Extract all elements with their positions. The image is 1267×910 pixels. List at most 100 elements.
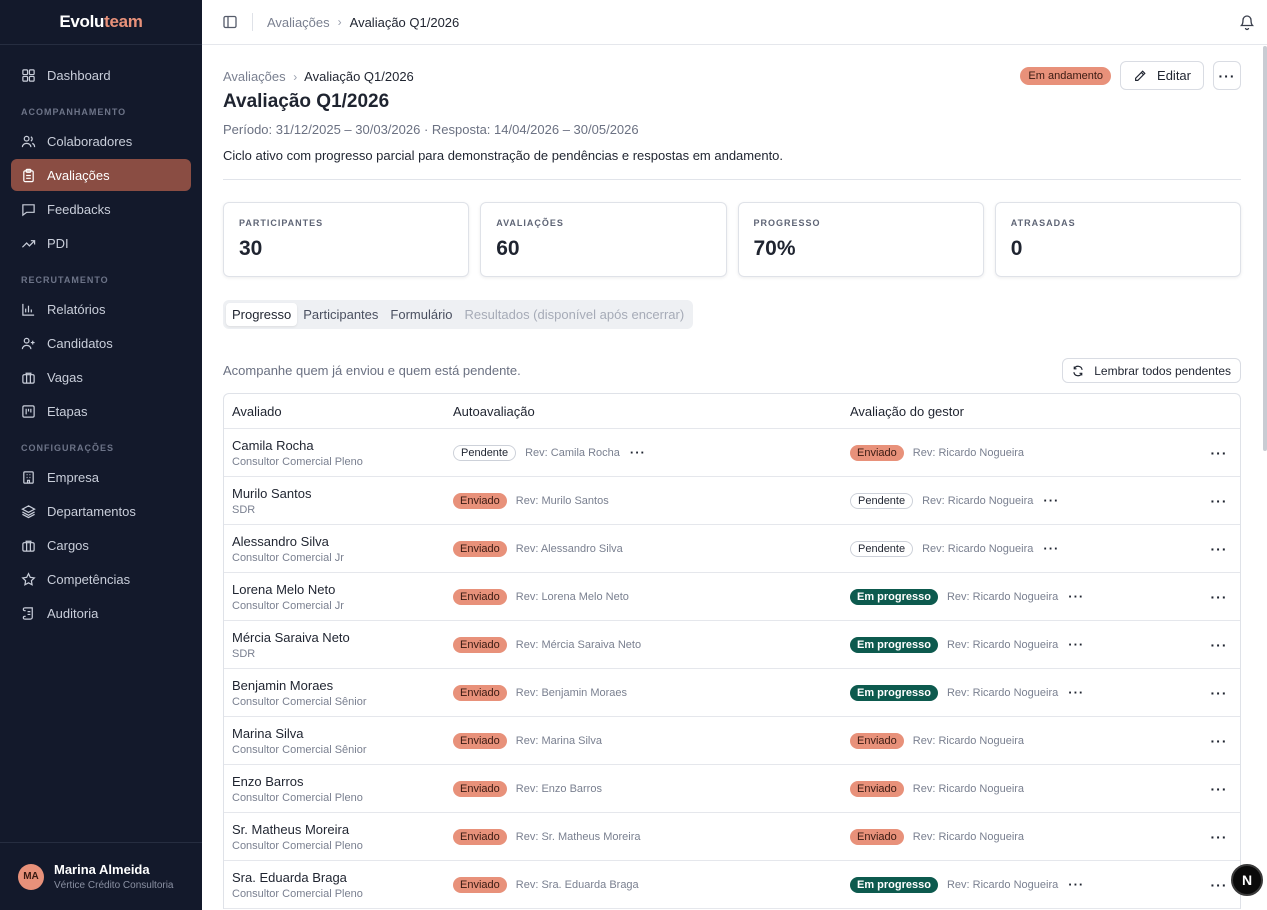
progress-list-header: Acompanhe quem já enviou e quem está pen… xyxy=(223,358,1241,383)
stat-label: ATRASADAS xyxy=(1010,218,1076,228)
auto-reviewer: Rev: Mércia Saraiva Neto xyxy=(515,638,642,651)
briefcase-icon xyxy=(22,540,35,552)
cell-actions: ··· xyxy=(1198,493,1240,509)
sidebar-item-vagas[interactable]: Vagas xyxy=(11,361,191,393)
sidebar-item-empresa[interactable]: Empresa xyxy=(11,461,191,493)
sidebar-nav: Dashboard ACOMPANHAMENTO Colaboradores A… xyxy=(0,45,202,629)
employee-role: Consultor Comercial Sênior xyxy=(232,695,367,708)
main-area: Avaliações › Avaliação Q1/2026 Avaliaçõe… xyxy=(202,0,1267,910)
sidebar-item-departamentos[interactable]: Departamentos xyxy=(11,495,191,527)
sidebar-item-relatorios[interactable]: Relatórios xyxy=(11,293,191,325)
row-actions-button[interactable]: ··· xyxy=(1211,493,1228,509)
gestor-review-options-button[interactable]: ··· xyxy=(1043,542,1059,555)
gestor-review-options-button[interactable]: ··· xyxy=(1068,590,1084,603)
row-actions-button[interactable]: ··· xyxy=(1211,829,1228,845)
stat-card-participantes: PARTICIPANTES 30 xyxy=(223,202,470,277)
topbar-breadcrumb-parent[interactable]: Avaliações xyxy=(267,15,330,30)
row-actions-button[interactable]: ··· xyxy=(1211,877,1228,893)
table-row: Murilo Santos SDR Enviado Rev: Murilo Santo… xyxy=(224,477,1240,525)
topbar-divider xyxy=(252,13,253,31)
sidebar-toggle-icon[interactable] xyxy=(222,14,238,30)
tab-participantes[interactable]: Participantes xyxy=(297,303,384,326)
sidebar-item-label: Etapas xyxy=(47,403,88,419)
row-actions-button[interactable]: ··· xyxy=(1211,685,1228,701)
sidebar-item-dashboard[interactable]: Dashboard xyxy=(11,59,191,91)
cell-autoavaliacao: Enviado Rev: Murilo Santos xyxy=(453,492,850,509)
cell-gestor: Enviado Rev: Ricardo Nogueira xyxy=(850,828,1198,845)
sidebar-item-feedbacks[interactable]: Feedbacks xyxy=(11,193,191,225)
row-actions-button[interactable]: ··· xyxy=(1211,589,1228,605)
remind-all-pending-label: Lembrar todos pendentes xyxy=(1094,363,1231,378)
edit-button[interactable]: Editar xyxy=(1120,61,1204,90)
auto-status-badge: Enviado xyxy=(453,876,507,893)
table-row: Sr. Matheus Moreira Consultor Comercial P… xyxy=(224,813,1240,861)
sidebar-item-etapas[interactable]: Etapas xyxy=(11,395,191,427)
sidebar-item-candidatos[interactable]: Candidatos xyxy=(11,327,191,359)
trending-up-icon xyxy=(21,239,36,248)
cell-avaliado: Sr. Matheus Moreira Consultor Comercial P… xyxy=(224,822,453,852)
gestor-review-options-button[interactable]: ··· xyxy=(1068,638,1084,651)
sidebar-item-pdi[interactable]: PDI xyxy=(11,227,191,259)
page-content: Avaliações › Avaliação Q1/2026 Avaliação… xyxy=(202,45,1267,909)
gestor-reviewer: Rev: Ricardo Nogueira xyxy=(946,686,1059,699)
period-info: Período: 31/12/2025 – 30/03/2026 · Respo… xyxy=(223,122,639,137)
stat-card-avaliacoes: AVALIAÇÕES 60 xyxy=(480,202,727,277)
sidebar-section-title: CONFIGURAÇÕES xyxy=(21,443,115,453)
more-options-button[interactable]: ··· xyxy=(1213,61,1241,90)
sidebar-item-avaliacoes[interactable]: Avaliações xyxy=(11,159,191,191)
cell-actions: ··· xyxy=(1198,733,1240,749)
row-actions-button[interactable]: ··· xyxy=(1211,637,1228,653)
stat-card-atrasadas: ATRASADAS 0 xyxy=(994,202,1241,277)
sidebar-item-cargos[interactable]: Cargos xyxy=(11,529,191,561)
gestor-review-options-button[interactable]: ··· xyxy=(1068,878,1084,891)
row-actions-button[interactable]: ··· xyxy=(1211,733,1228,749)
cell-avaliado: Camila Rocha Consultor Comercial Pleno xyxy=(224,438,453,468)
next-dev-tools-button[interactable]: N xyxy=(1231,864,1263,896)
message-square-icon xyxy=(22,203,35,216)
user-profile[interactable]: MA Marina Almeida Vértice Crédito Consul… xyxy=(0,842,202,910)
users-icon xyxy=(21,135,36,147)
user-name: Marina Almeida xyxy=(54,862,150,877)
row-actions-button[interactable]: ··· xyxy=(1211,541,1228,557)
remind-all-pending-button[interactable]: Lembrar todos pendentes xyxy=(1062,358,1241,383)
gestor-reviewer: Rev: Ricardo Nogueira xyxy=(922,494,1034,507)
gestor-reviewer: Rev: Ricardo Nogueira xyxy=(912,782,1025,795)
header-divider xyxy=(223,179,1241,180)
sidebar-item-label: Vagas xyxy=(47,369,83,385)
auto-status-badge: Pendente xyxy=(453,444,517,461)
tab-formulario[interactable]: Formulário xyxy=(384,303,458,326)
tab-progresso[interactable]: Progresso xyxy=(226,303,298,326)
breadcrumb-parent[interactable]: Avaliações xyxy=(223,69,286,84)
bell-icon[interactable] xyxy=(1239,13,1255,31)
cell-autoavaliacao: Pendente Rev: Camila Rocha ··· xyxy=(453,444,850,461)
scroll-icon xyxy=(22,606,33,620)
cell-avaliado: Lorena Melo Neto Consultor Comercial Jr xyxy=(224,582,453,612)
sidebar-item-competencias[interactable]: Competências xyxy=(11,563,191,595)
cell-gestor: Em progresso Rev: Ricardo Nogueira ··· xyxy=(850,684,1198,701)
auto-reviewer: Rev: Marina Silva xyxy=(515,734,602,747)
sidebar-item-auditoria[interactable]: Auditoria xyxy=(11,597,191,629)
scrollbar[interactable] xyxy=(1263,46,1267,451)
cell-avaliado: Marina Silva Consultor Comercial Sênior xyxy=(224,726,453,756)
sidebar-item-label: Cargos xyxy=(47,537,89,553)
gestor-review-options-button[interactable]: ··· xyxy=(1068,686,1084,699)
auto-reviewer: Rev: Alessandro Silva xyxy=(515,542,623,555)
cell-gestor: Em progresso Rev: Ricardo Nogueira ··· xyxy=(850,636,1198,653)
page-header: Avaliações › Avaliação Q1/2026 Avaliação… xyxy=(223,61,1241,163)
gestor-review-options-button[interactable]: ··· xyxy=(1043,494,1059,507)
employee-name: Alessandro Silva xyxy=(232,533,329,549)
cell-avaliado: Enzo Barros Consultor Comercial Pleno xyxy=(224,774,453,804)
brand-logo[interactable]: Evolu team xyxy=(0,0,202,45)
row-actions-button[interactable]: ··· xyxy=(1211,445,1228,461)
gestor-reviewer: Rev: Ricardo Nogueira xyxy=(946,590,1059,603)
sidebar-item-label: Relatórios xyxy=(47,301,106,317)
row-actions-button[interactable]: ··· xyxy=(1211,781,1228,797)
auto-reviewer: Rev: Sr. Matheus Moreira xyxy=(515,830,641,843)
employee-name: Sra. Eduarda Braga xyxy=(232,869,347,885)
stat-value: 0 xyxy=(1010,237,1023,260)
sidebar-section-title: ACOMPANHAMENTO xyxy=(21,107,127,117)
stat-label: AVALIAÇÕES xyxy=(496,218,564,228)
auto-review-options-button[interactable]: ··· xyxy=(630,446,646,459)
sidebar-item-colaboradores[interactable]: Colaboradores xyxy=(11,125,191,157)
cell-avaliado: Murilo Santos SDR xyxy=(224,486,453,516)
